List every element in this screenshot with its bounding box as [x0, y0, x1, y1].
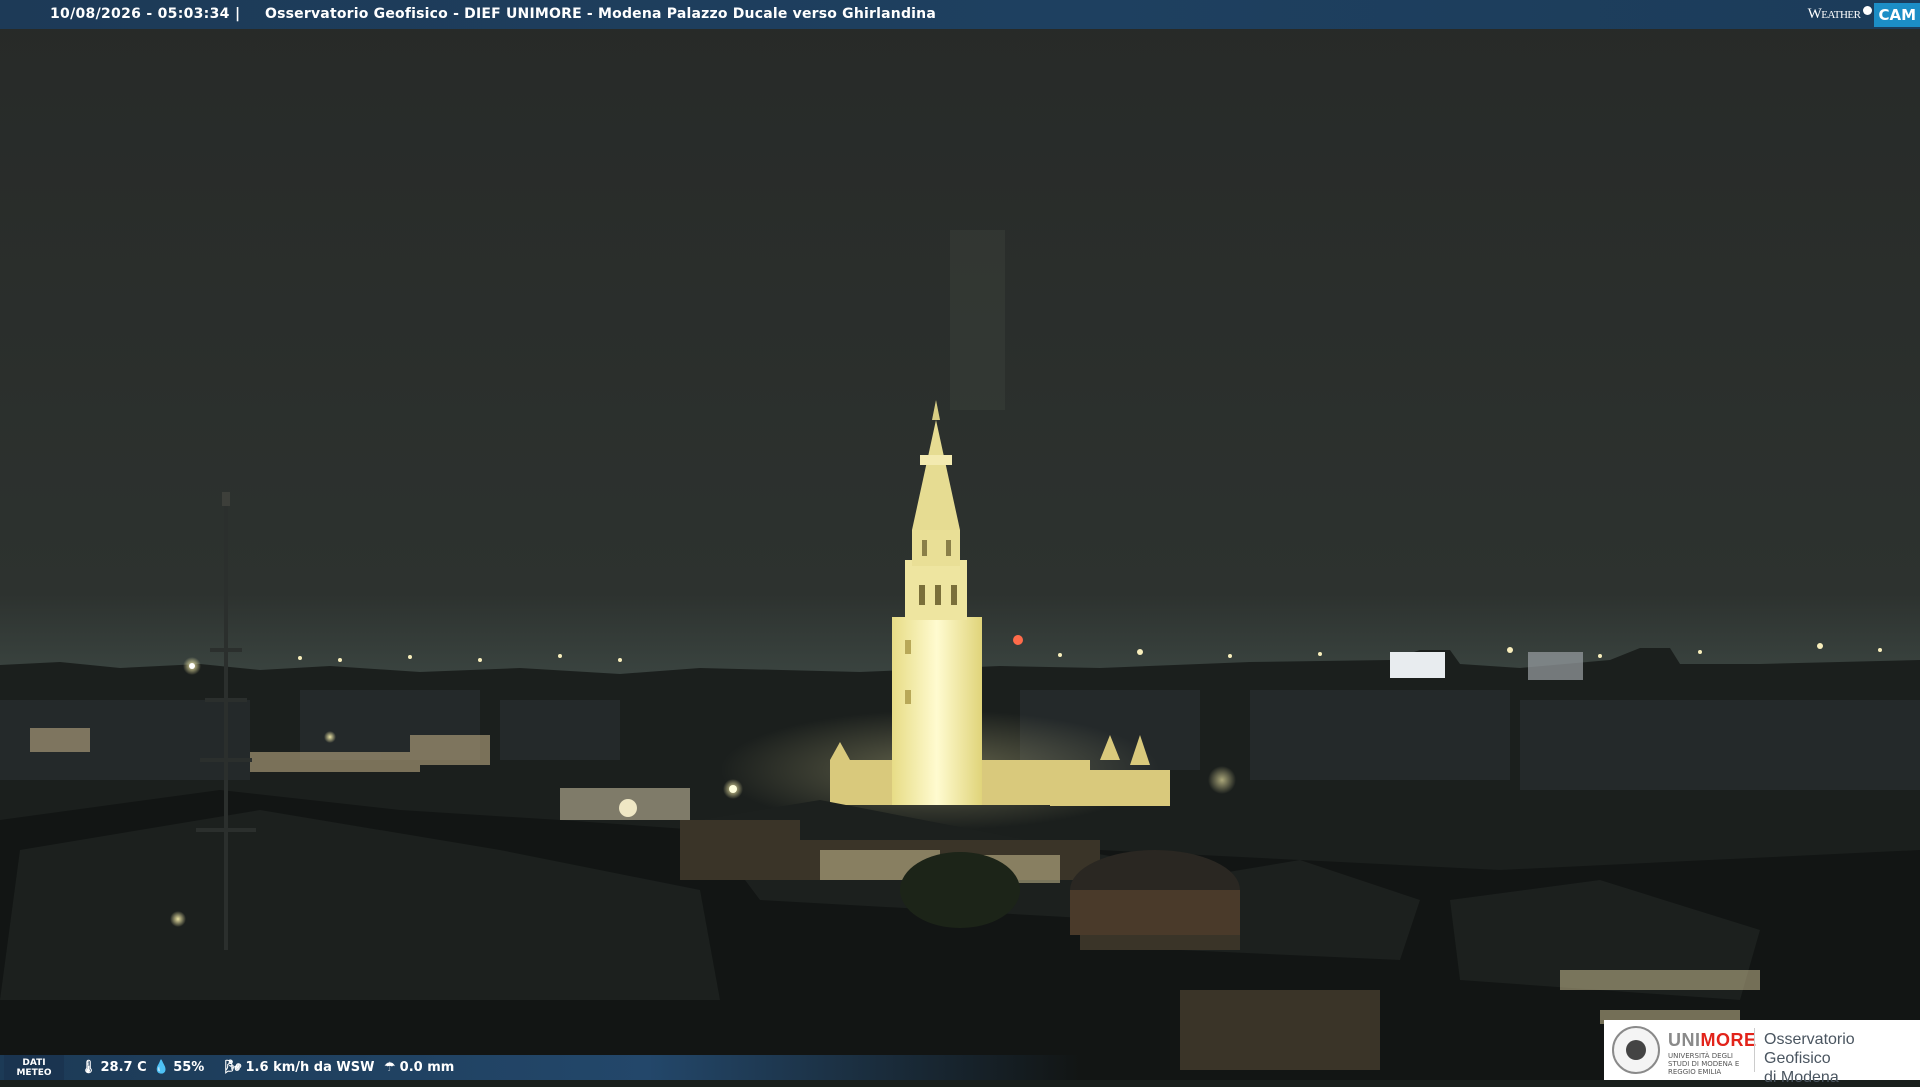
- observatory-line-1: Osservatorio Geofisico: [1764, 1031, 1855, 1067]
- temperature-reading: 🌡 28.7 C: [80, 1055, 147, 1080]
- uni-prefix: UNI: [1668, 1030, 1701, 1050]
- rain-gauge-icon: ☂: [384, 1060, 396, 1075]
- logo-divider: [1754, 1028, 1755, 1072]
- timestamp: 10/08/2026 - 05:03:34: [50, 6, 230, 22]
- thermometer-icon: 🌡: [80, 1060, 97, 1075]
- rain-reading: ☂ 0.0 mm: [384, 1055, 454, 1080]
- humidity-reading: 💧 55%: [153, 1055, 204, 1080]
- rain-value: 0.0 mm: [399, 1060, 455, 1075]
- webcam-scene: [0, 0, 1920, 1080]
- uni-suffix: MORE: [1700, 1030, 1757, 1050]
- observatory-name: Osservatorio Geofisico di Modena: [1764, 1030, 1920, 1087]
- observatory-line-2: di Modena: [1764, 1069, 1839, 1086]
- droplet-icon: 💧: [153, 1060, 170, 1075]
- unimore-logo-panel: UNIMORE UNIVERSITÀ DEGLI STUDI DI MODENA…: [1604, 1020, 1920, 1086]
- temperature-value: 28.7 C: [100, 1060, 147, 1075]
- university-seal-icon: [1612, 1026, 1660, 1074]
- camera-title: Osservatorio Geofisico - DIEF UNIMORE - …: [265, 6, 936, 22]
- weathercam-logo: Weather CAM: [1808, 0, 1920, 29]
- meteo-bar: DATI METEO 🌡 28.7 C 💧 55% 🌬 1.6 km/h da …: [0, 1055, 1080, 1080]
- wind-value: 1.6 km/h da WSW: [245, 1060, 375, 1075]
- humidity-value: 55%: [173, 1060, 205, 1075]
- meteo-label: DATI METEO: [4, 1055, 64, 1080]
- separator: |: [235, 6, 241, 22]
- top-info-bar: 10/08/2026 - 05:03:34 | Osservatorio Geo…: [0, 0, 1920, 29]
- unimore-subtitle: UNIVERSITÀ DEGLI STUDI DI MODENA E REGGI…: [1668, 1052, 1740, 1076]
- weathercam-cam-badge: CAM: [1874, 2, 1920, 27]
- weathercam-dot-icon: [1863, 6, 1873, 15]
- wind-reading: 🌬 1.6 km/h da WSW: [225, 1055, 374, 1080]
- weathercam-brand-text: Weather: [1807, 6, 1861, 22]
- wind-icon: 🌬: [225, 1060, 242, 1075]
- unimore-wordmark: UNIMORE: [1668, 1030, 1757, 1051]
